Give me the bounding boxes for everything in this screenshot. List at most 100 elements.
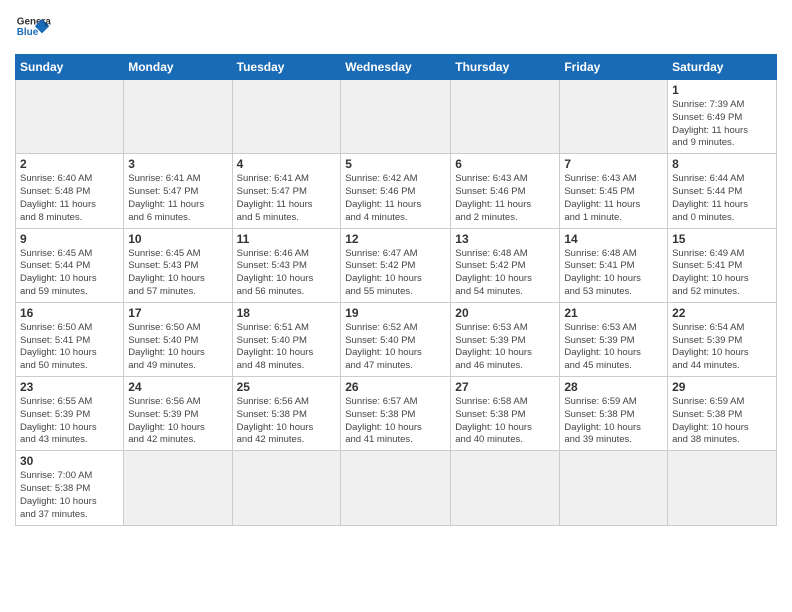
calendar-cell: 30 Sunrise: 7:00 AM Sunset: 5:38 PM Dayli… xyxy=(16,451,124,525)
day-number: 9 xyxy=(20,232,119,246)
calendar-cell: 26Sunrise: 6:57 AM Sunset: 5:38 PM Dayli… xyxy=(341,377,451,451)
calendar-cell: 5 Sunrise: 6:42 AM Sunset: 5:46 PM Daylig… xyxy=(341,154,451,228)
weekday-header: Tuesday xyxy=(232,55,341,80)
calendar-cell: 16 Sunrise: 6:50 AM Sunset: 5:41 PM Dayli… xyxy=(16,302,124,376)
calendar-cell xyxy=(124,451,232,525)
calendar-cell: 23Sunrise: 6:55 AM Sunset: 5:39 PM Dayli… xyxy=(16,377,124,451)
calendar-week-row: 16 Sunrise: 6:50 AM Sunset: 5:41 PM Dayli… xyxy=(16,302,777,376)
calendar-cell xyxy=(232,80,341,154)
day-number: 25 xyxy=(237,380,337,394)
weekday-header: Friday xyxy=(560,55,668,80)
day-info: Sunrise: 6:59 AM Sunset: 5:38 PM Dayligh… xyxy=(564,396,663,447)
day-number: 8 xyxy=(672,157,772,171)
day-info: Sunrise: 6:48 AM Sunset: 5:42 PM Dayligh… xyxy=(455,248,555,299)
day-info: Sunrise: 6:50 AM Sunset: 5:40 PM Dayligh… xyxy=(128,322,227,373)
calendar-cell: 11Sunrise: 6:46 AM Sunset: 5:43 PM Dayli… xyxy=(232,228,341,302)
day-info: Sunrise: 6:53 AM Sunset: 5:39 PM Dayligh… xyxy=(455,322,555,373)
day-info: Sunrise: 6:56 AM Sunset: 5:38 PM Dayligh… xyxy=(237,396,337,447)
day-number: 19 xyxy=(345,306,446,320)
calendar-cell xyxy=(16,80,124,154)
day-number: 1 xyxy=(672,83,772,97)
day-number: 24 xyxy=(128,380,227,394)
day-info: Sunrise: 6:51 AM Sunset: 5:40 PM Dayligh… xyxy=(237,322,337,373)
calendar-cell: 4Sunrise: 6:41 AM Sunset: 5:47 PM Daylig… xyxy=(232,154,341,228)
day-info: Sunrise: 6:56 AM Sunset: 5:39 PM Dayligh… xyxy=(128,396,227,447)
calendar-cell: 3 Sunrise: 6:41 AM Sunset: 5:47 PM Daylig… xyxy=(124,154,232,228)
calendar-week-row: 9 Sunrise: 6:45 AM Sunset: 5:44 PM Daylig… xyxy=(16,228,777,302)
calendar-table: SundayMondayTuesdayWednesdayThursdayFrid… xyxy=(15,54,777,526)
day-number: 17 xyxy=(128,306,227,320)
calendar-week-row: 23Sunrise: 6:55 AM Sunset: 5:39 PM Dayli… xyxy=(16,377,777,451)
calendar-cell xyxy=(560,451,668,525)
day-number: 20 xyxy=(455,306,555,320)
calendar-cell: 19 Sunrise: 6:52 AM Sunset: 5:40 PM Dayli… xyxy=(341,302,451,376)
day-number: 18 xyxy=(237,306,337,320)
calendar-cell: 9 Sunrise: 6:45 AM Sunset: 5:44 PM Daylig… xyxy=(16,228,124,302)
day-number: 30 xyxy=(20,454,119,468)
day-number: 5 xyxy=(345,157,446,171)
day-info: Sunrise: 6:46 AM Sunset: 5:43 PM Dayligh… xyxy=(237,248,337,299)
day-info: Sunrise: 6:52 AM Sunset: 5:40 PM Dayligh… xyxy=(345,322,446,373)
calendar-cell: 14Sunrise: 6:48 AM Sunset: 5:41 PM Dayli… xyxy=(560,228,668,302)
day-number: 15 xyxy=(672,232,772,246)
day-number: 3 xyxy=(128,157,227,171)
day-number: 16 xyxy=(20,306,119,320)
weekday-header: Monday xyxy=(124,55,232,80)
logo: General Blue xyxy=(15,10,51,46)
calendar-cell xyxy=(560,80,668,154)
day-info: Sunrise: 6:54 AM Sunset: 5:39 PM Dayligh… xyxy=(672,322,772,373)
day-info: Sunrise: 6:49 AM Sunset: 5:41 PM Dayligh… xyxy=(672,248,772,299)
day-number: 14 xyxy=(564,232,663,246)
day-info: Sunrise: 6:43 AM Sunset: 5:46 PM Dayligh… xyxy=(455,173,555,224)
calendar-cell: 25 Sunrise: 6:56 AM Sunset: 5:38 PM Dayli… xyxy=(232,377,341,451)
day-info: Sunrise: 6:41 AM Sunset: 5:47 PM Dayligh… xyxy=(128,173,227,224)
day-number: 6 xyxy=(455,157,555,171)
day-number: 22 xyxy=(672,306,772,320)
calendar-cell xyxy=(124,80,232,154)
calendar-cell: 7 Sunrise: 6:43 AM Sunset: 5:45 PM Daylig… xyxy=(560,154,668,228)
weekday-header: Thursday xyxy=(451,55,560,80)
calendar-header-row: SundayMondayTuesdayWednesdayThursdayFrid… xyxy=(16,55,777,80)
day-info: Sunrise: 6:47 AM Sunset: 5:42 PM Dayligh… xyxy=(345,248,446,299)
calendar-cell: 6 Sunrise: 6:43 AM Sunset: 5:46 PM Daylig… xyxy=(451,154,560,228)
calendar-cell: 10 Sunrise: 6:45 AM Sunset: 5:43 PM Dayli… xyxy=(124,228,232,302)
day-number: 28 xyxy=(564,380,663,394)
day-number: 12 xyxy=(345,232,446,246)
page-header: General Blue xyxy=(15,10,777,46)
day-info: Sunrise: 6:58 AM Sunset: 5:38 PM Dayligh… xyxy=(455,396,555,447)
calendar-cell: 28 Sunrise: 6:59 AM Sunset: 5:38 PM Dayli… xyxy=(560,377,668,451)
day-number: 2 xyxy=(20,157,119,171)
calendar-cell xyxy=(451,451,560,525)
calendar-cell xyxy=(341,80,451,154)
day-number: 10 xyxy=(128,232,227,246)
calendar-cell xyxy=(341,451,451,525)
day-info: Sunrise: 6:45 AM Sunset: 5:44 PM Dayligh… xyxy=(20,248,119,299)
day-info: Sunrise: 6:53 AM Sunset: 5:39 PM Dayligh… xyxy=(564,322,663,373)
calendar-cell: 24 Sunrise: 6:56 AM Sunset: 5:39 PM Dayli… xyxy=(124,377,232,451)
day-info: Sunrise: 7:00 AM Sunset: 5:38 PM Dayligh… xyxy=(20,470,119,521)
day-info: Sunrise: 6:45 AM Sunset: 5:43 PM Dayligh… xyxy=(128,248,227,299)
weekday-header: Wednesday xyxy=(341,55,451,80)
day-number: 13 xyxy=(455,232,555,246)
day-info: Sunrise: 6:42 AM Sunset: 5:46 PM Dayligh… xyxy=(345,173,446,224)
calendar-week-row: 1 Sunrise: 7:39 AM Sunset: 6:49 PM Daylig… xyxy=(16,80,777,154)
calendar-cell: 18 Sunrise: 6:51 AM Sunset: 5:40 PM Dayli… xyxy=(232,302,341,376)
day-info: Sunrise: 7:39 AM Sunset: 6:49 PM Dayligh… xyxy=(672,99,772,150)
calendar-cell xyxy=(668,451,777,525)
day-number: 23 xyxy=(20,380,119,394)
calendar-cell xyxy=(451,80,560,154)
calendar-cell: 1 Sunrise: 7:39 AM Sunset: 6:49 PM Daylig… xyxy=(668,80,777,154)
day-number: 4 xyxy=(237,157,337,171)
calendar-cell: 29Sunrise: 6:59 AM Sunset: 5:38 PM Dayli… xyxy=(668,377,777,451)
day-info: Sunrise: 6:59 AM Sunset: 5:38 PM Dayligh… xyxy=(672,396,772,447)
calendar-cell: 8 Sunrise: 6:44 AM Sunset: 5:44 PM Daylig… xyxy=(668,154,777,228)
day-info: Sunrise: 6:50 AM Sunset: 5:41 PM Dayligh… xyxy=(20,322,119,373)
calendar-cell xyxy=(232,451,341,525)
day-info: Sunrise: 6:44 AM Sunset: 5:44 PM Dayligh… xyxy=(672,173,772,224)
calendar-week-row: 30 Sunrise: 7:00 AM Sunset: 5:38 PM Dayli… xyxy=(16,451,777,525)
day-number: 21 xyxy=(564,306,663,320)
day-info: Sunrise: 6:43 AM Sunset: 5:45 PM Dayligh… xyxy=(564,173,663,224)
calendar-cell: 22 Sunrise: 6:54 AM Sunset: 5:39 PM Dayli… xyxy=(668,302,777,376)
day-number: 7 xyxy=(564,157,663,171)
day-number: 27 xyxy=(455,380,555,394)
